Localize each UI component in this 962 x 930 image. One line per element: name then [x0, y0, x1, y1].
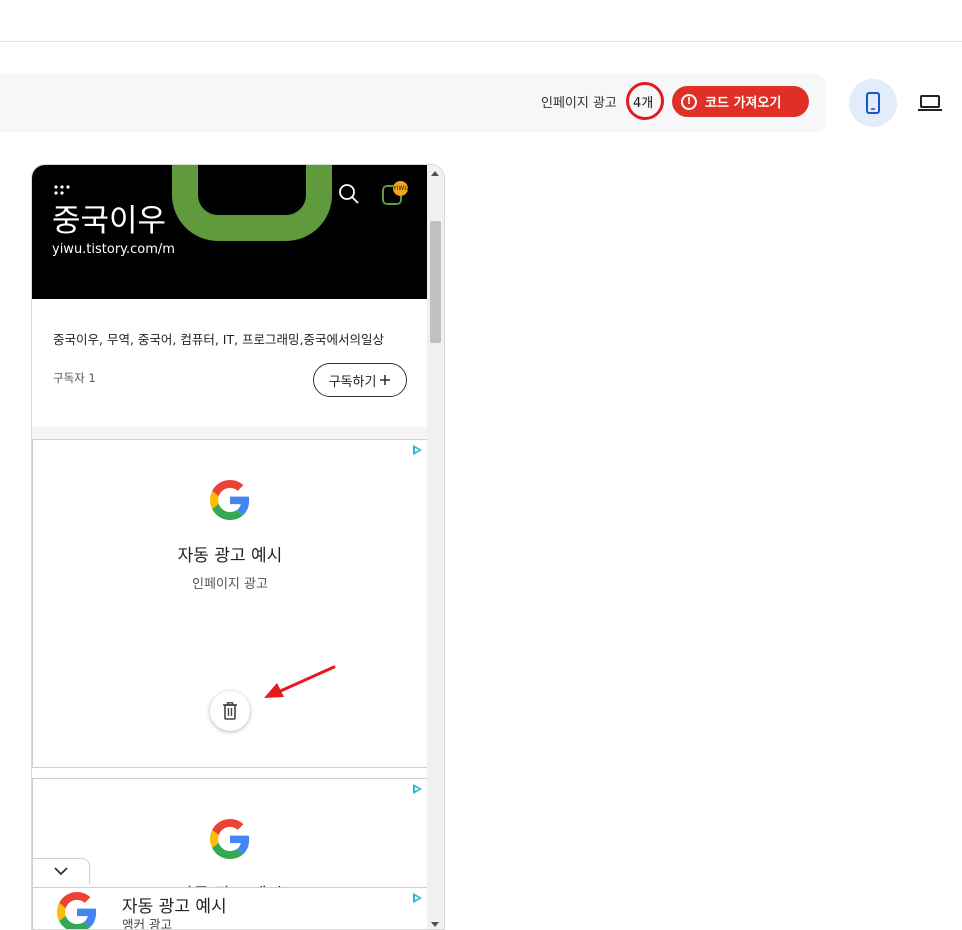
mobile-preview-frame[interactable]: 중국이우 yiwu.tistory.com/m YIWU 중국이우, 무역, 중…: [31, 164, 445, 930]
adchoices-icon[interactable]: [413, 893, 422, 903]
subscriber-count: 구독자 1: [53, 371, 96, 385]
inpage-ad-slot: 자동 광고 예시 인페이지 광고: [32, 439, 428, 768]
blog-description: 중국이우, 무역, 중국어, 컴퓨터, IT, 프로그래밍,중국에서의일상: [53, 332, 385, 347]
header-decoration: [172, 165, 332, 241]
trash-icon: [223, 702, 237, 720]
mobile-view-button[interactable]: [849, 79, 897, 127]
ad-subtitle: 인페이지 광고: [192, 577, 268, 592]
google-logo: [210, 819, 250, 859]
get-code-label: 코드 가져오기: [705, 96, 782, 111]
plus-icon: [380, 375, 391, 385]
blog-title[interactable]: 중국이우: [52, 195, 166, 240]
anchor-ad: 자동 광고 예시 앵커 광고: [32, 887, 428, 930]
avatar-badge: YIWU: [393, 181, 409, 196]
search-icon[interactable]: [338, 183, 360, 205]
scroll-up-arrow[interactable]: [431, 171, 439, 176]
red-arrow-annotation: [264, 665, 336, 698]
header-divider: [0, 41, 962, 42]
adchoices-icon[interactable]: [413, 784, 422, 794]
ad-title: 자동 광고 예시: [177, 546, 283, 566]
laptop-icon: [918, 95, 942, 111]
count-highlight-circle: [626, 82, 664, 120]
anchor-ad-subtitle: 앵커 광고: [122, 917, 172, 930]
google-logo: [210, 480, 250, 520]
subscribe-label: 구독하기: [328, 374, 377, 390]
preview-scrollbar[interactable]: [427, 165, 444, 929]
inpage-ad-slot: 자동 광고 예시: [32, 778, 428, 888]
smartphone-icon: [866, 92, 880, 114]
desktop-view-button[interactable]: [913, 86, 947, 120]
adchoices-icon[interactable]: [413, 445, 422, 455]
get-code-button[interactable]: ! 코드 가져오기: [672, 86, 809, 117]
alert-icon: !: [681, 93, 697, 110]
google-logo: [57, 892, 97, 929]
blog-url: yiwu.tistory.com/m: [52, 242, 175, 257]
inpage-ad-label: 인페이지 광고: [541, 96, 617, 111]
scroll-down-arrow[interactable]: [431, 922, 439, 927]
delete-ad-button[interactable]: [210, 691, 250, 731]
subscribe-button[interactable]: 구독하기: [313, 363, 407, 397]
scrollbar-thumb[interactable]: [430, 221, 441, 343]
blog-header: 중국이우 yiwu.tistory.com/m YIWU: [32, 165, 428, 299]
chevron-down-icon: [54, 867, 68, 876]
section-separator: [32, 427, 428, 439]
collapse-anchor-button[interactable]: [32, 858, 90, 884]
